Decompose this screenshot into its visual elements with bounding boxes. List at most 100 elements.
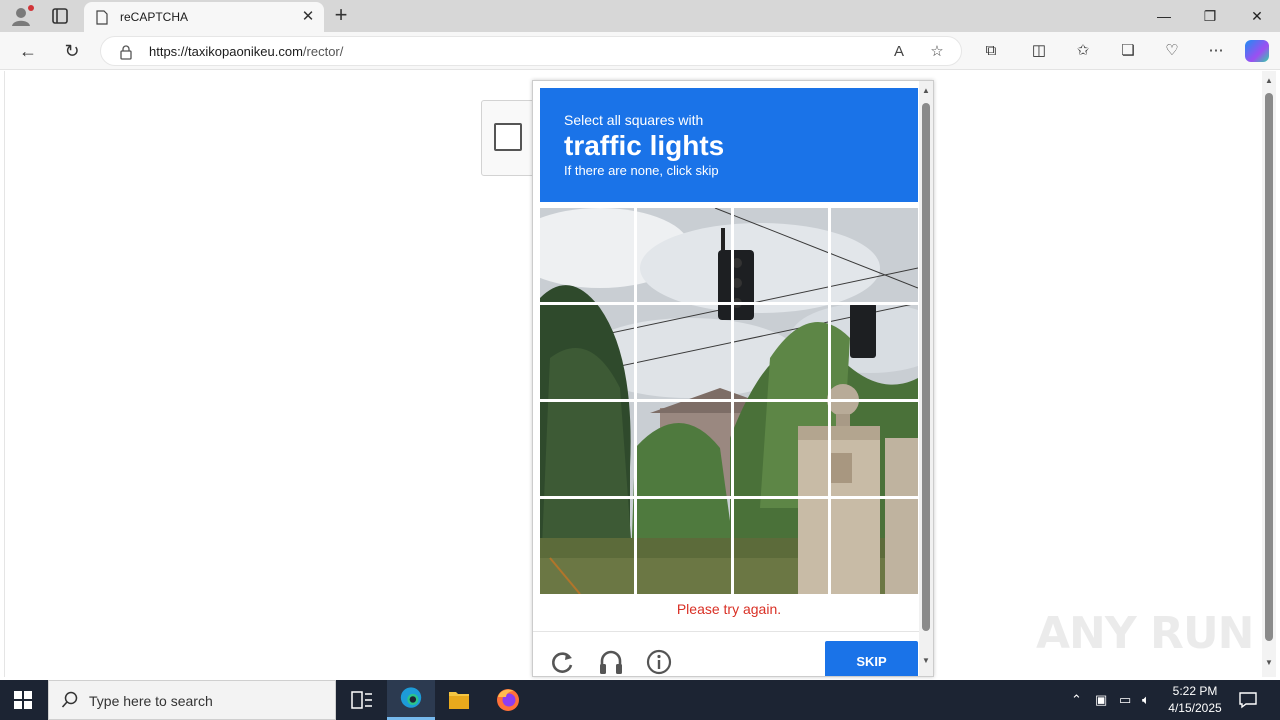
taskbar-clock[interactable]: 5:22 PM 4/15/2025: [1160, 683, 1230, 717]
page-scroll-thumb[interactable]: [1265, 93, 1273, 641]
split-screen-icon[interactable]: ◫: [1029, 41, 1049, 61]
copilot-icon[interactable]: [1245, 40, 1269, 62]
scroll-down-icon[interactable]: ▼: [1265, 659, 1273, 667]
network-icon[interactable]: ▭: [1119, 692, 1131, 708]
firefox-icon[interactable]: [484, 680, 532, 720]
challenge-scroll-up-icon[interactable]: ▲: [922, 87, 930, 95]
grid-tile-image: [540, 499, 634, 594]
grid-tile-14[interactable]: [637, 499, 731, 594]
device-icon[interactable]: ▣: [1095, 692, 1107, 708]
recaptcha-challenge: Select all squares with traffic lights I…: [532, 80, 934, 677]
read-aloud-icon[interactable]: A: [889, 42, 909, 62]
grid-tile-8[interactable]: [831, 305, 918, 399]
grid-tile-image: [540, 402, 634, 496]
grid-tile-image: [831, 208, 918, 302]
grid-tile-image: [637, 402, 731, 496]
grid-tile-16[interactable]: [831, 499, 918, 594]
lock-icon[interactable]: [119, 44, 133, 60]
reload-icon[interactable]: [550, 649, 576, 675]
grid-tile-image: [734, 208, 828, 302]
info-icon[interactable]: [646, 649, 672, 675]
grid-tile-5[interactable]: [540, 305, 634, 399]
grid-tile-12[interactable]: [831, 402, 918, 496]
volume-icon[interactable]: 🔈︎: [1142, 692, 1150, 708]
task-view-icon[interactable]: [338, 680, 386, 720]
instruction-subtext: If there are none, click skip: [564, 163, 719, 178]
grid-tile-image: [637, 499, 731, 594]
address-bar[interactable]: https://taxikopaonikeu.com/rector/ A ☆: [100, 36, 962, 66]
clock-time: 5:22 PM: [1172, 684, 1218, 698]
recaptcha-checkbox[interactable]: [494, 123, 522, 151]
favorite-star-icon[interactable]: ☆: [927, 42, 947, 62]
challenge-scroll-thumb[interactable]: [922, 103, 930, 631]
grid-tile-image: [540, 208, 634, 302]
task-view-glyph: [351, 691, 372, 709]
challenge-scrollbar[interactable]: ▲ ▼: [919, 81, 933, 676]
show-hidden-icons-icon[interactable]: ⌃: [1071, 692, 1082, 708]
tab-title: reCAPTCHA: [120, 10, 189, 24]
taskbar-search[interactable]: Type here to search: [48, 680, 336, 720]
url-text[interactable]: https://taxikopaonikeu.com/rector/: [149, 44, 343, 59]
grid-tile-image: [831, 499, 918, 594]
notifications-icon[interactable]: [1238, 690, 1258, 710]
grid-tile-image: [540, 305, 634, 399]
instruction-target: traffic lights: [564, 130, 725, 161]
grid-tile-image: [637, 305, 731, 399]
clock-date: 4/15/2025: [1168, 701, 1222, 715]
grid-tile-image: [734, 402, 828, 496]
footer-divider: [533, 631, 925, 632]
search-icon: [61, 691, 78, 708]
refresh-icon[interactable]: ↻: [61, 40, 83, 62]
new-tab-icon[interactable]: +: [330, 4, 352, 26]
minimize-icon[interactable]: —: [1141, 0, 1187, 32]
more-options-icon[interactable]: ⋯: [1206, 41, 1226, 61]
grid-tile-image: [734, 499, 828, 594]
grid-tile-image: [637, 208, 731, 302]
file-explorer-icon[interactable]: [435, 680, 483, 720]
grid-tile-15[interactable]: [734, 499, 828, 594]
restore-icon[interactable]: ❐: [1187, 0, 1233, 32]
skip-button[interactable]: SKIP: [825, 641, 918, 676]
close-window-icon[interactable]: ✕: [1234, 0, 1280, 32]
browser-toolbar: ← ↻ https://taxikopaonikeu.com/rector/ A…: [0, 32, 1280, 70]
grid-tile-4[interactable]: [831, 208, 918, 302]
grid-tile-image: [734, 305, 828, 399]
close-tab-icon[interactable]: ✕: [300, 9, 316, 25]
error-message: Please try again.: [676, 601, 782, 617]
favorites-icon[interactable]: ✩: [1073, 41, 1093, 61]
challenge-header: Select all squares with traffic lights I…: [540, 88, 918, 202]
page-scrollbar[interactable]: ▲ ▼: [1262, 71, 1276, 677]
image-grid: [540, 208, 918, 594]
windows-start-icon[interactable]: [14, 691, 32, 709]
grid-tile-10[interactable]: [637, 402, 731, 496]
scroll-up-icon[interactable]: ▲: [1265, 77, 1273, 85]
search-placeholder: Type here to search: [89, 693, 213, 709]
grid-tile-6[interactable]: [637, 305, 731, 399]
grid-tile-image: [831, 402, 918, 496]
anyrun-watermark: ANY RUN: [1036, 608, 1254, 659]
grid-tile-11[interactable]: [734, 402, 828, 496]
browser-essentials-icon[interactable]: ♡: [1162, 41, 1182, 61]
grid-tile-13[interactable]: [540, 499, 634, 594]
grid-tile-9[interactable]: [540, 402, 634, 496]
audio-challenge-icon[interactable]: [598, 649, 624, 675]
grid-tile-image: [831, 305, 918, 399]
grid-tile-3[interactable]: [734, 208, 828, 302]
windows-taskbar: Type here to search ⌃ ▣ ▭ 🔈︎ 5:22 PM 4/1…: [0, 680, 1280, 720]
edge-taskbar-icon[interactable]: [387, 680, 435, 720]
grid-tile-1[interactable]: [540, 208, 634, 302]
page-icon: [96, 10, 108, 25]
instruction-text: Select all squares with: [564, 112, 704, 128]
firefox-glyph: [497, 689, 519, 711]
extensions-icon[interactable]: ⧉: [981, 41, 1001, 61]
profile-notification-dot: [28, 5, 34, 11]
back-icon[interactable]: ←: [17, 40, 39, 62]
collections-icon[interactable]: ❏: [1118, 41, 1138, 61]
grid-tile-2[interactable]: [637, 208, 731, 302]
challenge-scroll-down-icon[interactable]: ▼: [922, 657, 930, 665]
tab-strip: reCAPTCHA ✕ + — ❐ ✕: [0, 0, 1280, 32]
grid-tile-7[interactable]: [734, 305, 828, 399]
tab-recaptcha[interactable]: reCAPTCHA ✕: [84, 2, 324, 32]
tab-actions-icon[interactable]: [50, 6, 70, 26]
folder-glyph: [449, 692, 469, 709]
